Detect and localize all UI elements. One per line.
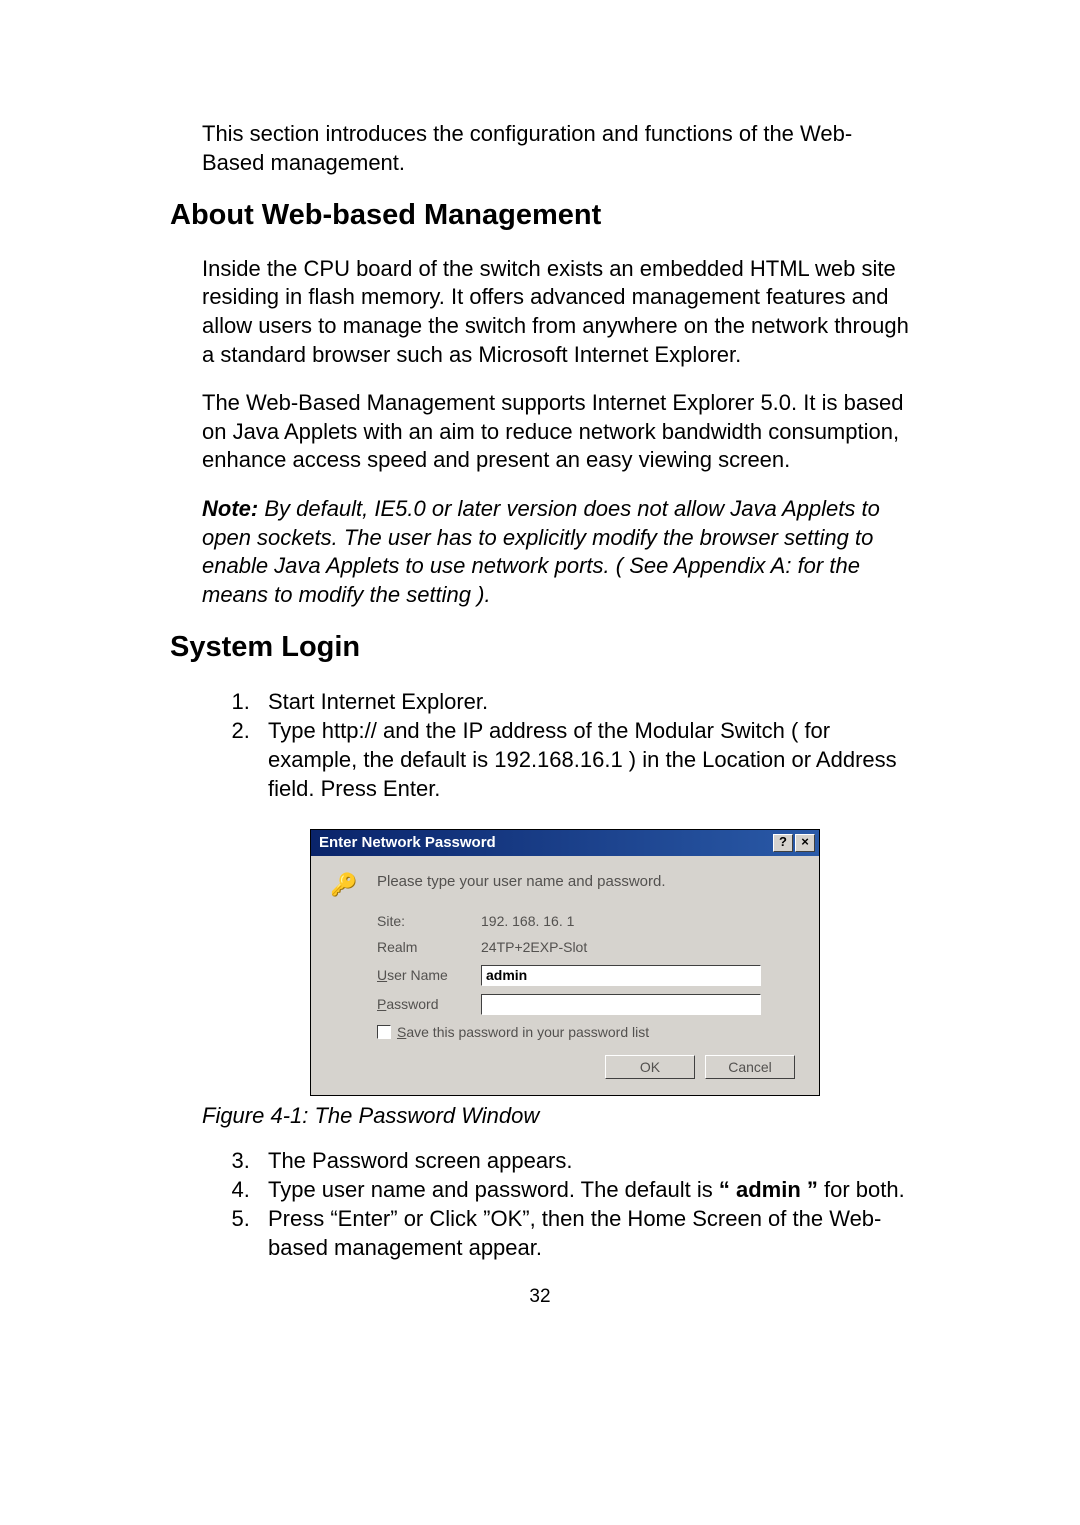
intro-text: This section introduces the configuratio… [202,120,910,177]
save-password-label: Save this password in your password list [397,1023,649,1041]
dialog-title: Enter Network Password [315,833,496,853]
password-input[interactable] [481,994,761,1015]
heading-about: About Web-based Management [170,197,910,235]
note-body: By default, IE5.0 or later version does … [202,496,880,607]
dialog-titlebar: Enter Network Password ? × [311,830,819,856]
site-value: 192. 168. 16. 1 [481,912,799,930]
step-3: The Password screen appears. [256,1146,910,1175]
figure-caption: Figure 4-1: The Password Window [202,1102,910,1131]
username-label: User Name [377,966,481,984]
step-1: Start Internet Explorer. [256,687,910,716]
dialog-window: Enter Network Password ? × 🔑 Please type… [310,829,820,1096]
note-label: Note: [202,496,258,521]
keys-icon: 🔑 [329,870,359,900]
ok-button[interactable]: OK [605,1055,695,1079]
site-label: Site: [377,912,481,930]
close-button[interactable]: × [795,834,815,852]
step-5: Press “Enter” or Click ”OK”, then the Ho… [256,1204,910,1262]
heading-system-login: System Login [170,629,910,667]
dialog-instruction: Please type your user name and password. [377,872,666,892]
realm-label: Realm [377,938,481,956]
password-label: Password [377,995,481,1013]
password-dialog-figure: Enter Network Password ? × 🔑 Please type… [310,829,820,1096]
about-para-2: The Web-Based Management supports Intern… [202,389,910,475]
step-4: Type user name and password. The default… [256,1175,910,1204]
save-password-checkbox[interactable] [377,1025,391,1039]
cancel-button[interactable]: Cancel [705,1055,795,1079]
help-button[interactable]: ? [773,834,793,852]
about-note: Note: By default, IE5.0 or later version… [202,495,910,609]
page-number: 32 [170,1285,910,1310]
about-para-1: Inside the CPU board of the switch exist… [202,255,910,369]
username-input[interactable] [481,965,761,986]
realm-value: 24TP+2EXP-Slot [481,938,799,956]
step-2: Type http:// and the IP address of the M… [256,716,910,803]
